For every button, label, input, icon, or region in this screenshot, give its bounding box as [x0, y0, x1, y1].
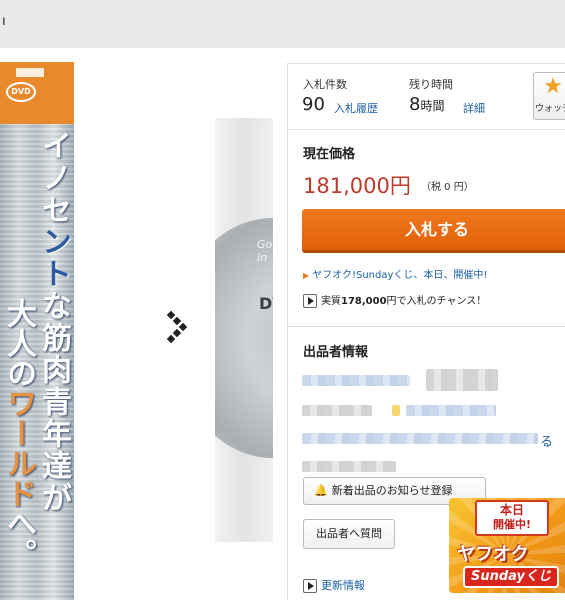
seller-text-fragment: る: [540, 435, 554, 450]
bid-history-link[interactable]: 入札履歴: [334, 100, 378, 116]
cover-title-line2: 大人のワールドへ。: [1, 298, 36, 568]
play-icon: [303, 294, 317, 308]
dvd-badge: DVD: [0, 62, 74, 124]
seller-location-blurred: [302, 461, 396, 472]
watch-label: ウォッチ: [534, 104, 565, 114]
time-left-value: 8時間: [409, 94, 445, 115]
cover-title-line1: イノセントな筋肉青年達が: [36, 130, 71, 514]
time-detail-link[interactable]: 詳細: [463, 100, 485, 116]
seller-link-blurred[interactable]: [406, 405, 496, 416]
top-bar: ı: [0, 0, 565, 48]
seller-badge-blurred: [392, 405, 400, 416]
play-icon: [303, 579, 317, 593]
bid-count-label: 入札件数: [303, 78, 347, 91]
watch-button[interactable]: ★ ウォッチ: [533, 72, 565, 120]
next-image-icon[interactable]: [164, 310, 190, 344]
seller-shop-blurred[interactable]: [302, 433, 538, 444]
bid-chance-notice[interactable]: 実質178,000円で入札のチャンス！: [303, 292, 486, 310]
product-image-gallery: DVD イノセントな筋肉青年達が 大人のワールドへ。 Go! In DVD: [0, 48, 285, 600]
top-bar-glyph: ı: [2, 14, 6, 29]
triangle-bullet-icon: ▶: [303, 271, 310, 280]
price-label: 現在価格: [303, 147, 356, 162]
bid-button[interactable]: 入札する: [302, 209, 565, 253]
current-price: 181,000円: [303, 174, 411, 198]
sunday-lottery-banner[interactable]: 本日 開催中! ヤフオク Sundayくじ: [449, 498, 565, 593]
banner-sunday-label: Sundayくじ: [463, 566, 559, 588]
time-left-label: 残り時間: [409, 78, 453, 91]
banner-brand: ヤフオク: [457, 544, 529, 565]
ask-seller-button[interactable]: 出品者へ質問: [303, 519, 395, 549]
seller-name-blurred[interactable]: [302, 375, 410, 386]
update-info-link[interactable]: 更新情報: [303, 577, 365, 593]
product-image-main[interactable]: DVD イノセントな筋肉青年達が 大人のワールドへ。: [0, 62, 74, 600]
banner-headline: 本日 開催中!: [475, 500, 549, 536]
seller-info-title: 出品者情報: [303, 345, 369, 360]
bid-count: 90: [302, 94, 325, 115]
seller-rating-blurred: [426, 369, 498, 391]
price-tax: （税 0 円）: [421, 182, 474, 193]
disc-label: Go! In: [257, 238, 273, 264]
disc-dvd-mark: DVD: [259, 294, 273, 313]
product-image-thumbnail[interactable]: Go! In DVD: [215, 118, 273, 542]
star-icon: ★: [543, 74, 563, 99]
promo-link[interactable]: ▶ ヤフオク!Sundayくじ、本日、開催中!: [303, 266, 487, 281]
dvd-logo-icon: DVD: [6, 82, 36, 102]
bell-icon: 🔔: [314, 484, 328, 497]
bid-status-row: 入札件数 90 入札履歴 残り時間 8時間 詳細: [288, 64, 565, 130]
seller-detail-blurred: [302, 405, 372, 416]
